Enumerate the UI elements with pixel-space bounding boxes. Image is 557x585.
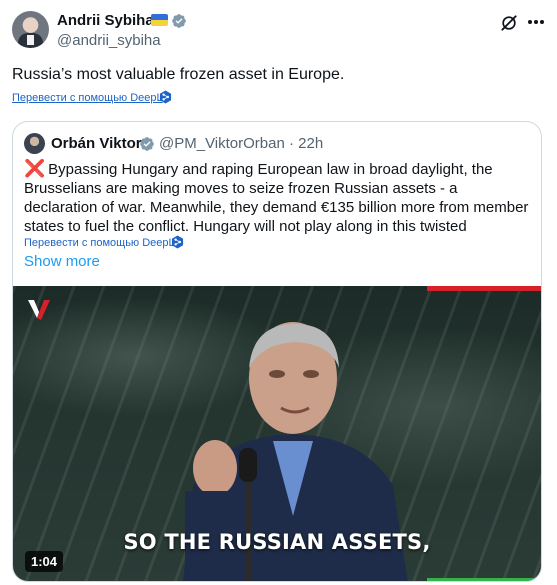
quoted-handle-time[interactable]: @PM_ViktorOrban · 22h [159, 135, 323, 153]
show-more-link[interactable]: Show more [24, 253, 100, 271]
quoted-text-body: Bypassing Hungary and raping European la… [24, 161, 529, 235]
video-red-bar [427, 286, 541, 291]
quoted-author-name[interactable]: Orbán Viktor [51, 135, 142, 153]
channel-logo-icon [28, 300, 50, 320]
quoted-author-avatar[interactable] [24, 133, 45, 154]
tweet-text: Russia’s most valuable frozen asset in E… [12, 66, 345, 83]
quoted-text: ❌ Bypassing Hungary and raping European l… [24, 159, 534, 236]
cross-mark-icon: ❌ [24, 159, 46, 178]
quoted-translate-link[interactable]: Перевести с помощью DeepL [24, 236, 175, 250]
author-name[interactable]: Andrii Sybiha [57, 12, 154, 30]
deepl-icon[interactable] [159, 90, 172, 104]
deepl-icon[interactable] [171, 235, 184, 249]
video-green-bar [427, 578, 541, 581]
translate-link[interactable]: Перевести с помощью DeepL [12, 91, 163, 105]
ukraine-flag-icon [151, 14, 168, 26]
grok-icon[interactable] [499, 13, 519, 33]
video-player[interactable]: SO THE RUSSIAN ASSETS, 1:04 [13, 286, 541, 581]
verified-badge-icon [140, 137, 154, 151]
author-handle[interactable]: @andrii_sybiha [57, 32, 161, 50]
video-duration: 1:04 [25, 551, 64, 572]
tweet[interactable]: Andrii Sybiha @andrii_sybiha Russia’s mo… [0, 0, 557, 585]
more-dots-icon[interactable] [527, 19, 545, 25]
verified-badge-icon [172, 14, 186, 28]
video-caption: SO THE RUSSIAN ASSETS, [123, 530, 431, 554]
quoted-tweet[interactable]: Orbán Viktor @PM_ViktorOrban · 22h ❌ Bypa… [12, 121, 542, 582]
author-avatar[interactable] [12, 11, 49, 48]
